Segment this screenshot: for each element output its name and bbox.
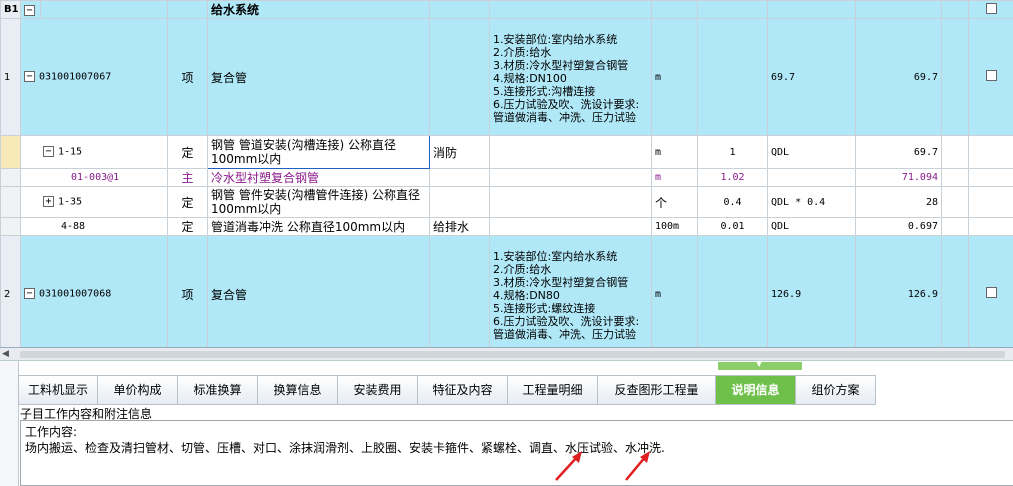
- minus-box-icon[interactable]: −: [43, 146, 54, 158]
- sub-spec[interactable]: [429, 186, 490, 218]
- sub-expr[interactable]: QDL: [767, 135, 856, 169]
- sub-code: 4-88: [20, 217, 168, 236]
- item-features[interactable]: 1.安装部位:室内给水系统 2.介质:给水 3.材质:冷水型衬塑复合钢管 4.规…: [489, 18, 652, 136]
- sub-spec[interactable]: 消防: [429, 135, 490, 169]
- chevron-down-icon: ▼: [756, 359, 763, 368]
- table-row[interactable]: 2 −031001007068 项 复合管 1.安装部位:室内给水系统 2.介质…: [0, 235, 1013, 347]
- checkbox[interactable]: [985, 287, 997, 298]
- sub-name[interactable]: 钢管 管道安装(沟槽连接) 公称直径100mm以内: [207, 135, 430, 169]
- item-features[interactable]: 1.安装部位:室内给水系统 2.介质:给水 3.材质:冷水型衬塑复合钢管 4.规…: [489, 235, 652, 347]
- tab-conversion-info[interactable]: 换算信息: [258, 375, 338, 405]
- table-row[interactable]: 4-88 定 管道消毒冲洗 公称直径100mm以内 给排水 100m 0.01 …: [0, 217, 1013, 236]
- item-type: 项: [167, 18, 208, 136]
- bottom-tabs: 工料机显示 单价构成 标准换算 换算信息 安装费用 特征及内容 工程量明细 反查…: [18, 375, 876, 405]
- sub-total: 69.7: [855, 135, 942, 169]
- annotation-arrow: [625, 451, 650, 481]
- sub-name[interactable]: 钢管 管件安装(沟槽管件连接) 公称直径100mm以内: [207, 186, 430, 218]
- table-row[interactable]: −1-15 定 钢管 管道安装(沟槽连接) 公称直径100mm以内 消防 m 1…: [0, 135, 1013, 169]
- sub-spec[interactable]: 给排水: [429, 217, 490, 236]
- horizontal-scrollbar[interactable]: ◀: [0, 348, 1013, 361]
- scrollbar-thumb[interactable]: [20, 351, 1005, 358]
- material-unit[interactable]: m: [651, 168, 698, 187]
- item-quantity[interactable]: [697, 235, 768, 347]
- sub-code: 1-35: [58, 196, 83, 208]
- minus-box-icon[interactable]: −: [24, 4, 35, 16]
- tab-description[interactable]: 说明信息: [716, 375, 796, 405]
- sub-unit[interactable]: m: [651, 135, 698, 169]
- sub-type: 定: [167, 217, 208, 236]
- material-total: 71.094: [855, 168, 942, 187]
- material-quantity[interactable]: 1.02: [697, 168, 768, 187]
- section-name: 给水系统: [207, 0, 430, 19]
- minus-box-icon[interactable]: −: [24, 71, 35, 83]
- item-expr[interactable]: 69.7: [767, 18, 856, 136]
- item-code: 031001007068: [39, 288, 112, 300]
- checkbox[interactable]: [985, 2, 997, 14]
- tab-labor-material[interactable]: 工料机显示: [18, 375, 98, 405]
- sub-expr[interactable]: QDL: [767, 217, 856, 236]
- plus-box-icon[interactable]: +: [43, 196, 54, 208]
- minus-box-icon[interactable]: −: [24, 288, 35, 300]
- item-quantity[interactable]: [697, 18, 768, 136]
- tab-features[interactable]: 特征及内容: [418, 375, 508, 405]
- item-code: 031001007067: [39, 71, 112, 83]
- sub-type: 定: [167, 135, 208, 169]
- material-type: 主: [167, 168, 208, 187]
- sub-total: 0.697: [855, 217, 942, 236]
- sub-name[interactable]: 管道消毒冲洗 公称直径100mm以内: [207, 217, 430, 236]
- splitter-handle[interactable]: ▼: [718, 359, 802, 370]
- sub-expr[interactable]: QDL * 0.4: [767, 186, 856, 218]
- item-unit[interactable]: m: [651, 18, 698, 136]
- sub-code: 1-15: [58, 146, 83, 158]
- table-row[interactable]: 1 −031001007067 项 复合管 1.安装部位:室内给水系统 2.介质…: [0, 18, 1013, 136]
- tab-standard-conversion[interactable]: 标准换算: [178, 375, 258, 405]
- notes-content: 场内搬运、检查及清扫管材、切管、压槽、对口、涂抹润滑剂、上胶圈、安装卡箍件、紧螺…: [25, 441, 665, 455]
- material-name[interactable]: 冷水型衬塑复合钢管: [207, 168, 430, 187]
- tab-quantity-detail[interactable]: 工程量明细: [508, 375, 598, 405]
- item-name[interactable]: 复合管: [207, 235, 430, 347]
- tab-install-fee[interactable]: 安装费用: [338, 375, 418, 405]
- row-index: 2: [0, 235, 21, 347]
- notes-label: 工作内容:: [25, 425, 78, 439]
- section-id: B1: [0, 0, 21, 19]
- item-unit[interactable]: m: [651, 235, 698, 347]
- row-index: 1: [0, 18, 21, 136]
- scroll-left-arrow-icon[interactable]: ◀: [2, 349, 9, 359]
- checkbox[interactable]: [985, 70, 997, 81]
- sub-total: 28: [855, 186, 942, 218]
- sub-quantity[interactable]: 0.4: [697, 186, 768, 218]
- item-expr[interactable]: 126.9: [767, 235, 856, 347]
- sub-quantity[interactable]: 0.01: [697, 217, 768, 236]
- annotation-arrow: [555, 451, 582, 481]
- notes-box[interactable]: 工作内容: 场内搬运、检查及清扫管材、切管、压槽、对口、涂抹润滑剂、上胶圈、安装…: [20, 420, 1013, 486]
- sub-unit[interactable]: 个: [651, 186, 698, 218]
- sub-type: 定: [167, 186, 208, 218]
- left-pane-edge: [0, 361, 19, 486]
- table-row[interactable]: +1-35 定 钢管 管件安装(沟槽管件连接) 公称直径100mm以内 个 0.…: [0, 186, 1013, 218]
- bill-grid: B1 − 给水系统 1 −031001007067 项 复合管 1.安装部位:室…: [0, 0, 1013, 348]
- bill-table: B1 − 给水系统 1 −031001007067 项 复合管 1.安装部位:室…: [0, 0, 1013, 347]
- tab-pricing-plan[interactable]: 组价方案: [796, 375, 876, 405]
- sub-quantity[interactable]: 1: [697, 135, 768, 169]
- material-code: 01-003@1: [20, 168, 168, 187]
- sub-unit[interactable]: 100m: [651, 217, 698, 236]
- section-header-row[interactable]: B1 − 给水系统: [0, 0, 1013, 19]
- tab-unit-price[interactable]: 单价构成: [98, 375, 178, 405]
- item-type: 项: [167, 235, 208, 347]
- item-total: 69.7: [855, 18, 942, 136]
- item-name[interactable]: 复合管: [207, 18, 430, 136]
- table-row[interactable]: 01-003@1 主 冷水型衬塑复合钢管 m 1.02 71.094: [0, 168, 1013, 187]
- tab-reverse-graphic[interactable]: 反查图形工程量: [598, 375, 716, 405]
- item-total: 126.9: [855, 235, 942, 347]
